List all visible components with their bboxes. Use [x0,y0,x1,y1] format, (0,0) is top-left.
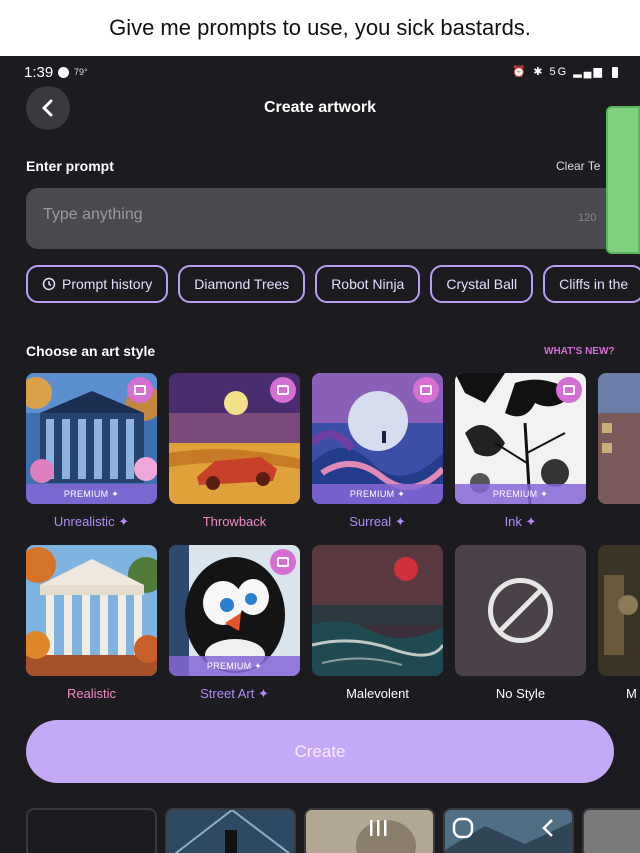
back-nav-icon[interactable] [537,816,559,840]
clear-text-button[interactable]: Clear Te [556,159,600,173]
premium-badge-icon [127,377,153,403]
style-name: Street Art [200,686,255,701]
partial-artwork [598,373,640,504]
style-label-street-art: Street Art ✦ [169,686,300,702]
style-tile-malevolent[interactable] [312,545,443,676]
style-tile-surreal[interactable]: PREMIUM ✦ [312,373,443,504]
style-tile-partial-2[interactable] [598,545,640,676]
style-label-surreal: Surreal ✦ [312,514,443,530]
prompt-box: 120 [26,188,626,249]
status-icons: ⏰ ✱ 5G ▂▄▆ [512,65,618,78]
premium-text: PREMIUM [349,489,395,499]
realistic-artwork [26,545,157,676]
chip-label: Robot Ninja [331,276,405,292]
style-name: Ink [504,514,522,529]
premium-text: PREMIUM [206,661,252,671]
battery-icon [612,66,618,78]
history-thumbnail[interactable] [165,808,296,853]
premium-badge-icon [270,549,296,575]
page-title: Create artwork [263,99,377,116]
recent-apps-icon[interactable] [367,816,389,840]
sparkle-icon: ✦ [394,514,406,529]
premium-banner: PREMIUM ✦ [169,656,300,676]
art-style-heading: Choose an art style [26,343,156,359]
whats-new-link[interactable]: WHAT'S NEW? [544,346,615,357]
style-tile-throwback[interactable] [169,373,300,504]
chip-label: Prompt history [62,276,153,292]
style-label-partial: M [626,686,637,701]
style-label-malevolent: Malevolent [346,686,409,701]
style-label-realistic: Realistic [66,686,117,701]
messenger-icon [58,67,69,78]
network-label: 5G [549,66,569,78]
style-tile-realistic[interactable] [26,545,157,676]
signal-icon: ▂▄▆ [573,66,604,78]
meme-caption: Give me prompts to use, you sick bastard… [0,0,640,56]
style-label-ink: Ink ✦ [455,514,586,530]
sparkle-icon: ✦ [525,514,537,529]
history-thumbnail[interactable] [26,808,157,853]
style-label-throwback: Throwback [202,514,267,529]
premium-banner: PREMIUM ✦ [26,484,157,504]
premium-badge-icon [556,377,582,403]
style-tile-no-style[interactable] [455,545,586,676]
status-bar: 1:39 79° ⏰ ✱ 5G ▂▄▆ [0,56,640,90]
chip-label: Diamond Trees [194,276,290,292]
status-temperature: 79° [74,67,88,77]
style-tile-partial[interactable] [598,373,640,504]
partial-artwork [598,545,640,676]
chip-prompt-history[interactable]: Prompt history [26,265,169,303]
char-limit: 120 [578,212,597,224]
premium-text: PREMIUM [492,489,538,499]
prompt-suggestion-chips: Prompt history Diamond Trees Robot Ninja… [26,265,640,303]
malevolent-artwork [312,545,443,676]
sparkle-icon: ✦ [257,686,269,701]
style-name: Surreal [349,514,392,529]
chip-label: Cliffs in the [559,276,629,292]
style-tile-unrealistic[interactable]: PREMIUM ✦ [26,373,157,504]
style-label-unrealistic: Unrealistic ✦ [26,514,157,530]
chip-cliffs[interactable]: Cliffs in the [543,265,640,303]
floating-overlay-widget[interactable] [606,106,640,254]
style-name: Unrealistic [53,514,115,529]
style-tile-street-art[interactable]: PREMIUM ✦ [169,545,300,676]
no-style-icon [488,578,553,643]
create-button[interactable]: Create [26,720,614,783]
home-icon[interactable] [452,816,474,840]
style-tile-ink[interactable]: PREMIUM ✦ [455,373,586,504]
premium-badge-icon [413,377,439,403]
premium-banner: PREMIUM ✦ [455,484,586,504]
premium-banner: PREMIUM ✦ [312,484,443,504]
thumbnail-art [167,810,294,853]
prompt-label: Enter prompt [26,158,114,174]
chip-crystal-ball[interactable]: Crystal Ball [430,265,534,303]
style-label-no-style: No Style [495,686,546,701]
chip-robot-ninja[interactable]: Robot Ninja [315,265,421,303]
history-thumbnail[interactable] [582,808,640,853]
chip-diamond-trees[interactable]: Diamond Trees [178,265,306,303]
alarm-icon: ⏰ [512,66,529,78]
sparkle-icon: ✦ [118,514,130,529]
prompt-input[interactable] [43,206,543,224]
status-time: 1:39 [24,64,54,81]
chip-label: Crystal Ball [446,276,518,292]
premium-text: PREMIUM [63,489,109,499]
app-screen: 1:39 79° ⏰ ✱ 5G ▂▄▆ Create artwork Enter… [0,56,640,853]
premium-badge-icon [270,377,296,403]
bluetooth-icon: ✱ [533,66,545,78]
history-icon [42,277,56,291]
